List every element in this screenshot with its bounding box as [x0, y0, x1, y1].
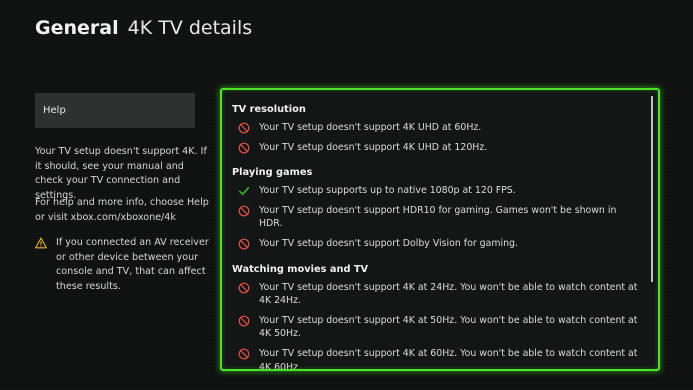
detail-text: Your TV setup doesn't support 4K at 60Hz…: [259, 347, 638, 371]
watching-section: Watching movies and TV Your TV setup doe…: [232, 263, 642, 371]
detail-row: Your TV setup doesn't support 4K UHD at …: [232, 141, 642, 155]
detail-text: Your TV setup doesn't support Dolby Visi…: [259, 237, 518, 249]
no-entry-icon: [238, 348, 250, 360]
help-button-label: Help: [43, 105, 66, 116]
detail-text: Your TV setup doesn't support 4K at 24Hz…: [259, 281, 638, 307]
detail-row: Your TV setup doesn't support Dolby Visi…: [232, 237, 642, 251]
page-header: General 4K TV details: [35, 17, 252, 39]
section-heading: TV resolution: [232, 104, 306, 115]
section-heading: Watching movies and TV: [232, 263, 369, 275]
detail-text: Your TV setup supports up to native 1080…: [259, 185, 516, 197]
detail-text: Your TV setup doesn't support 4K UHD at …: [259, 141, 488, 153]
warning-triangle-icon: [35, 237, 47, 249]
detail-text: Your TV setup doesn't support 4K at 50Hz…: [259, 314, 638, 340]
section-title: General: [35, 17, 119, 39]
details-list: TV resolution Your TV setup doesn't supp…: [232, 104, 642, 371]
detail-row: Your TV setup doesn't support 4K UHD at …: [232, 121, 642, 135]
help-info-text: For help and more info, choose Help or v…: [35, 197, 209, 223]
tv-details-panel[interactable]: TV resolution Your TV setup doesn't supp…: [220, 88, 660, 371]
detail-row: Your TV setup doesn't support 4K at 24Hz…: [232, 281, 642, 308]
page-title: 4K TV details: [127, 17, 253, 39]
no-entry-icon: [238, 205, 250, 217]
scrollbar[interactable]: [651, 96, 653, 282]
detail-row: Your TV setup doesn't support 4K at 50Hz…: [232, 314, 642, 341]
status-description: Your TV setup doesn't support 4K. If it …: [35, 146, 207, 201]
av-receiver-warning: If you connected an AV receiver or other…: [35, 236, 210, 294]
detail-row: Your TV setup doesn't support HDR10 for …: [232, 204, 642, 231]
no-entry-icon: [238, 238, 250, 250]
no-entry-icon: [238, 282, 250, 293]
no-entry-icon: [238, 315, 250, 327]
detail-row: Your TV setup doesn't support 4K at 60Hz…: [232, 347, 642, 371]
warning-text: If you connected an AV receiver or other…: [56, 237, 209, 292]
detail-text: Your TV setup doesn't support 4K UHD at …: [259, 122, 482, 133]
playing-games-section: Playing games Your TV setup supports up …: [232, 167, 642, 250]
checkmark-icon: [239, 187, 250, 196]
no-entry-icon: [238, 122, 250, 134]
help-button[interactable]: Help: [35, 93, 195, 128]
detail-row: Your TV setup supports up to native 1080…: [232, 184, 642, 198]
tv-resolution-section: TV resolution Your TV setup doesn't supp…: [232, 104, 642, 154]
section-heading: Playing games: [232, 167, 313, 179]
detail-text: Your TV setup doesn't support HDR10 for …: [259, 204, 617, 230]
no-entry-icon: [238, 142, 250, 153]
